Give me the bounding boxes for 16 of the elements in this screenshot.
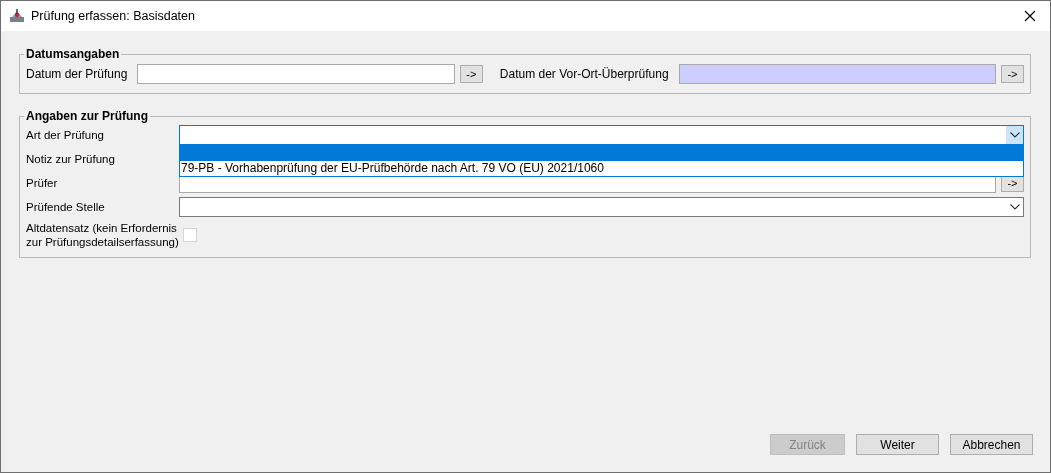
section-legend: Angaben zur Prüfung — [24, 109, 150, 123]
arrow-button[interactable]: -> — [459, 65, 483, 83]
field-label: Notiz zur Prüfung — [26, 151, 116, 166]
arrow-button[interactable]: -> — [1001, 65, 1024, 83]
window-title: Prüfung erfassen: Basisdaten — [31, 9, 195, 23]
field-label: Prüfer — [26, 175, 59, 190]
dialog-button: Zurück — [770, 434, 845, 455]
section-legend: Datumsangaben — [24, 47, 122, 61]
field-label: Datum der Vor-Ort-Überprüfung — [499, 67, 669, 81]
dialog-button[interactable]: Weiter — [856, 434, 939, 455]
field-label: Prüfende Stelle — [26, 199, 106, 214]
field-label: Art der Prüfung — [26, 127, 105, 142]
field-label: Datum der Prüfung — [26, 67, 128, 81]
field-label: Altdatensatz (kein Erfordernis zur Prüfungsdetailserfassung) — [26, 221, 179, 249]
dropdown-option[interactable]: 79-PB - Vorhabenprüfung der EU-Prüfbehörde nach Art. 79 VO (EU) 2021/1060 — [180, 161, 1023, 176]
dialog-button[interactable]: Abbrechen — [950, 434, 1033, 455]
